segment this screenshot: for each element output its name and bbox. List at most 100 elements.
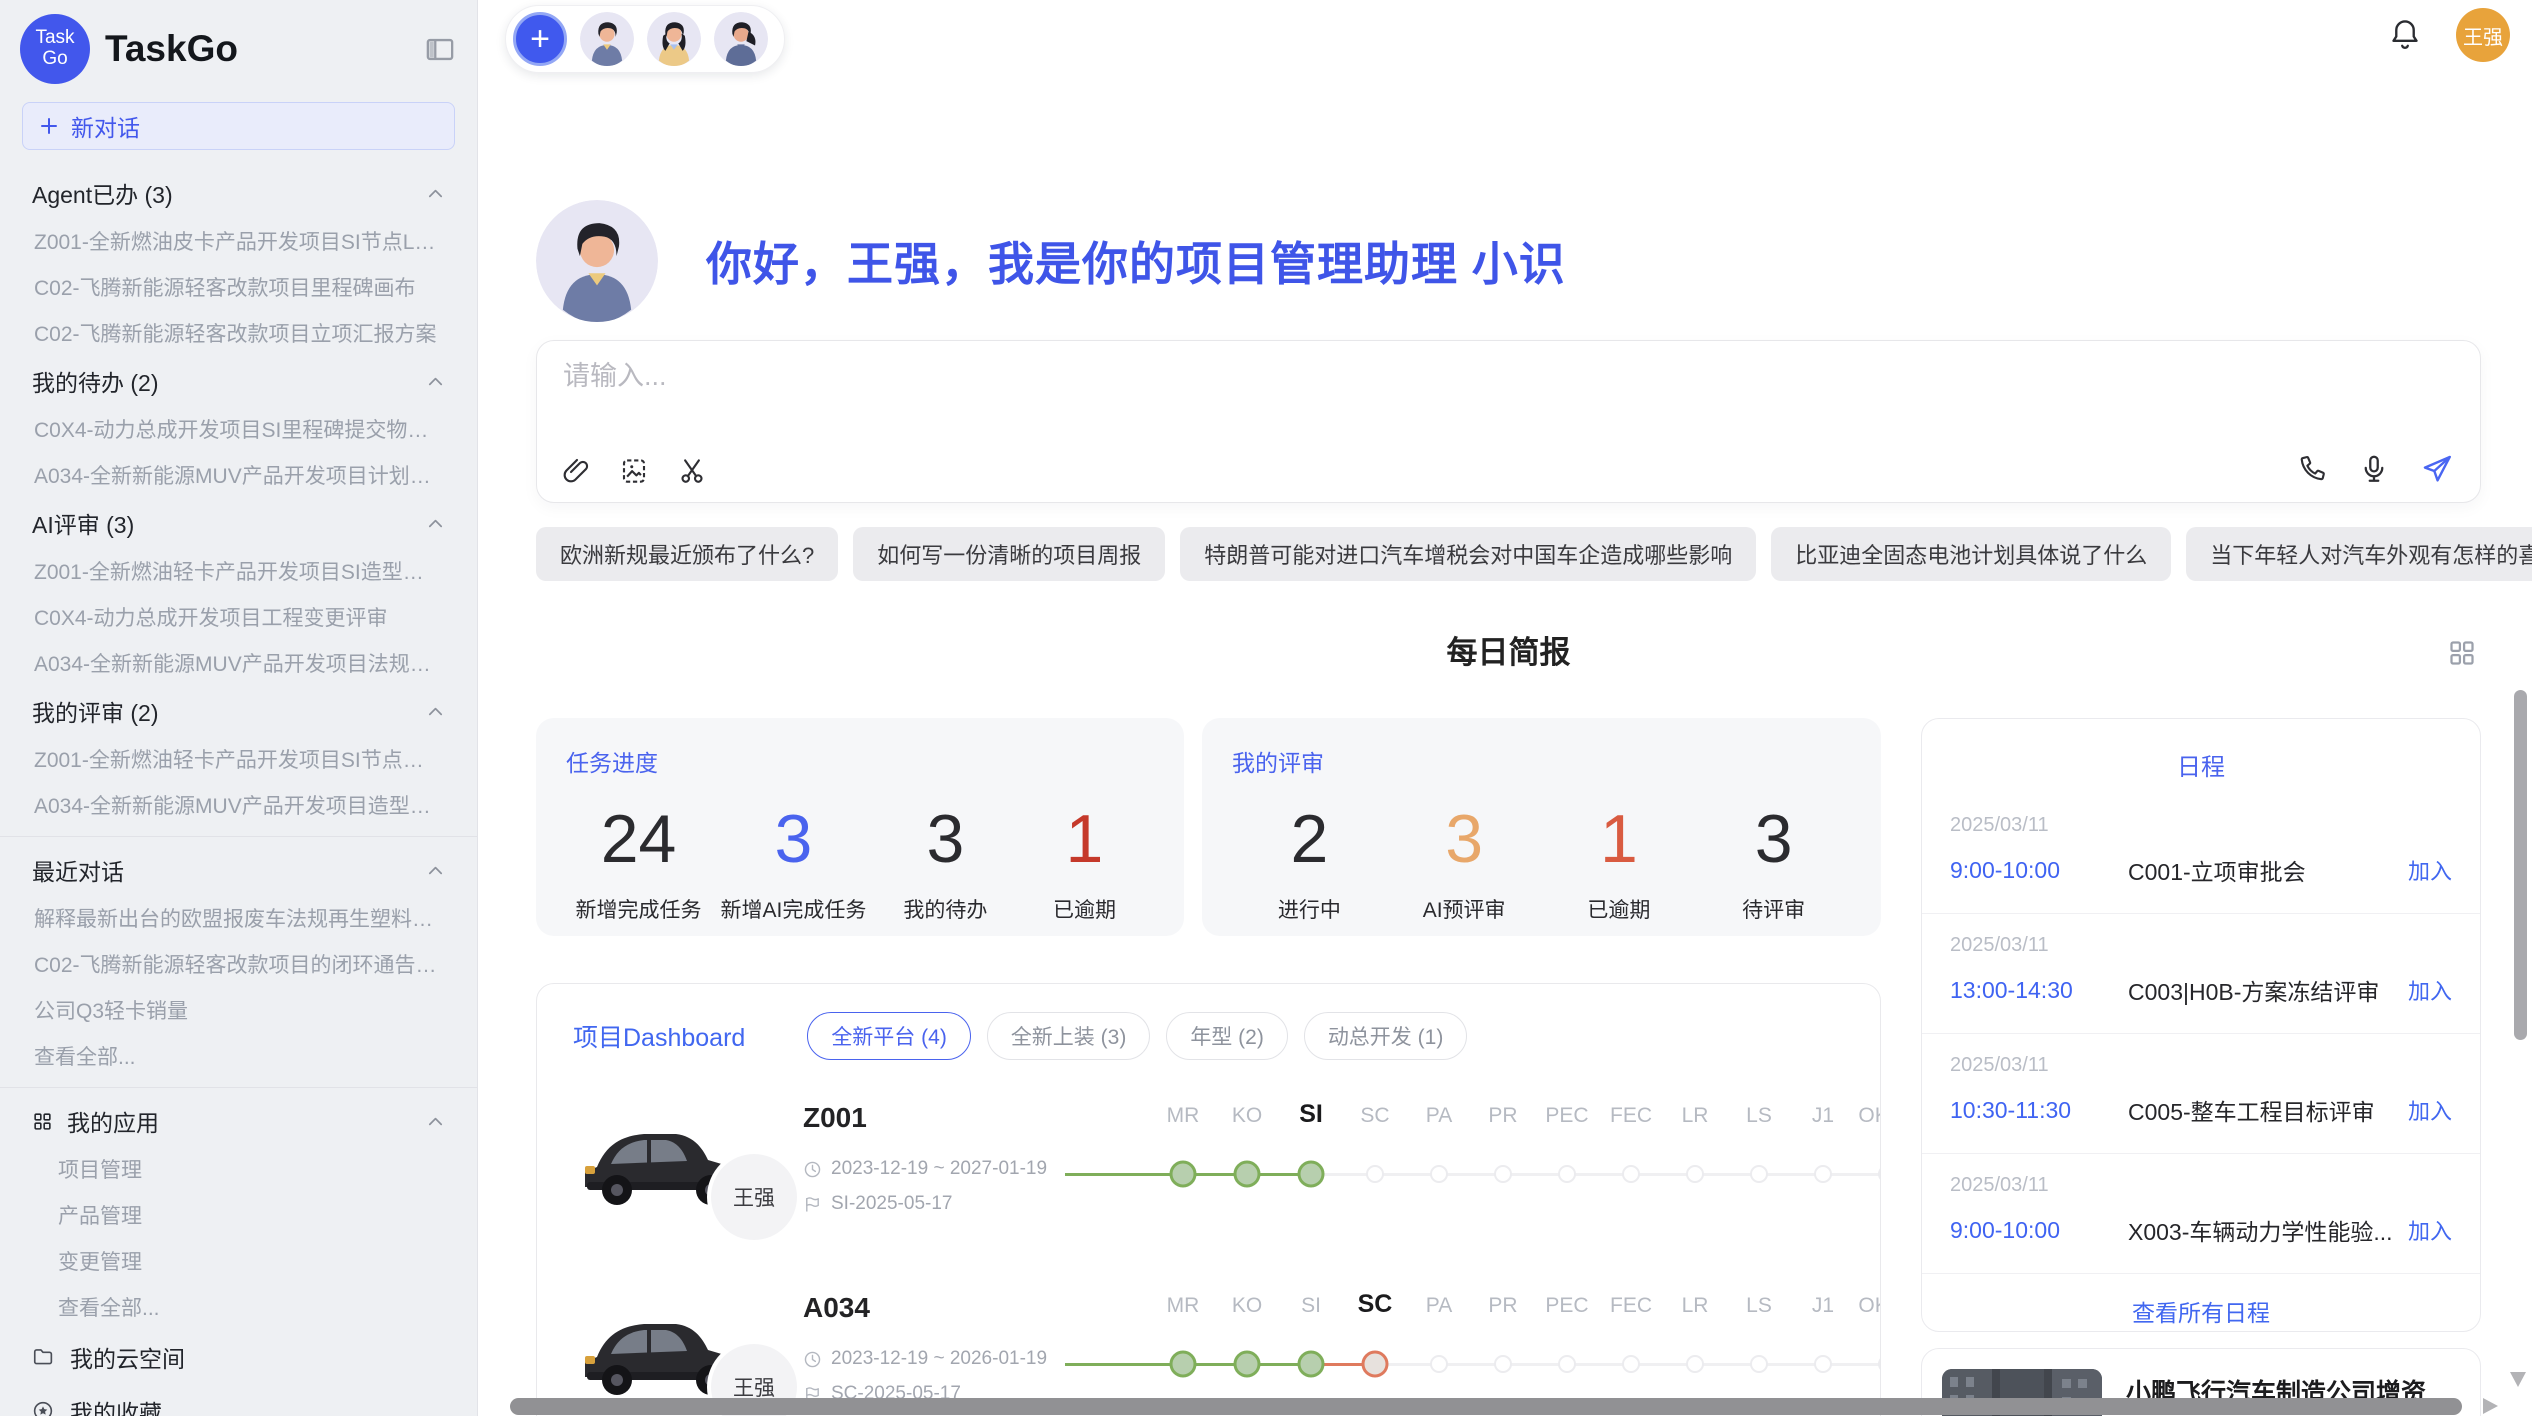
section-header: 我的应用 (0, 1096, 477, 1146)
suggestion-chip[interactable]: 如何写一份清晰的项目周报 (853, 527, 1165, 581)
suggestion-chip[interactable]: 特朗普可能对进口汽车增税会对中国车企造成哪些影响 (1180, 527, 1756, 581)
add-agent-button[interactable]: + (513, 12, 567, 66)
sidebar-item[interactable]: 查看全部... (0, 1033, 477, 1079)
milestone-dot[interactable] (1494, 1355, 1512, 1373)
project-dates: 2023-12-19 ~ 2027-01-19 (803, 1158, 1065, 1180)
sidebar-item[interactable]: 公司Q3轻卡销量 (0, 987, 477, 1033)
sidebar-item[interactable]: C02-飞腾新能源轻客改款项目立项汇报方案 (0, 310, 477, 356)
sidebar-item[interactable]: Z001-全新燃油轻卡产品开发项目SI节点属性5D文件评审 (0, 736, 477, 782)
send-icon[interactable] (2420, 452, 2454, 486)
clock-icon (803, 1350, 822, 1369)
phone-call-icon[interactable] (2296, 453, 2328, 485)
project-name: Z001 (803, 1102, 1065, 1134)
milestone: FEC (1599, 1290, 1663, 1402)
schedule-event: 2025/03/119:00-10:00X003-车辆动力学性能验...加入 (1922, 1154, 2480, 1274)
new-chat-button[interactable]: 新对话 (22, 102, 455, 150)
milestone-dot[interactable] (1878, 1355, 1881, 1373)
event-join-link[interactable]: 加入 (2408, 1214, 2452, 1246)
mic-icon[interactable] (2358, 453, 2390, 485)
section-header: 我的评审 (2) (0, 686, 477, 736)
vertical-scrollbar[interactable] (2514, 690, 2527, 1040)
agent-avatar-1[interactable] (580, 12, 634, 66)
sidebar-item[interactable]: Z001-全新燃油轻卡产品开发项目SI造型提交物评审 (0, 548, 477, 594)
milestone-dot[interactable] (1814, 1355, 1832, 1373)
sidebar-scroll-area[interactable]: Agent已办 (3)Z001-全新燃油皮卡产品开发项目SI节点Lesson L… (0, 164, 477, 1416)
sidebar-item[interactable]: C02-飞腾新能源轻客改款项目的闭环通告反馈情况 (0, 941, 477, 987)
agent-avatar-2[interactable] (647, 12, 701, 66)
milestone-dot[interactable] (1558, 1165, 1576, 1183)
sidebar-link-folder[interactable]: 我的云空间 (0, 1330, 477, 1384)
horizontal-scrollbar[interactable] (510, 1398, 2462, 1415)
milestone-dot[interactable] (1814, 1165, 1832, 1183)
sidebar-item[interactable]: A034-全新新能源MUV产品开发项目造型可行性评审 (0, 782, 477, 828)
sidebar-link-star[interactable]: 我的收藏 (0, 1384, 477, 1416)
sidebar-item[interactable]: 变更管理 (0, 1238, 477, 1284)
notification-bell-icon[interactable] (2388, 17, 2422, 53)
scroll-down-arrow[interactable] (2510, 1372, 2526, 1387)
sidebar-item[interactable]: 解释最新出台的欧盟报废车法规再生塑料比例被调至15%... (0, 895, 477, 941)
milestone-dot[interactable] (1750, 1355, 1768, 1373)
event-join-link[interactable]: 加入 (2408, 854, 2452, 886)
sidebar-item[interactable]: 项目管理 (0, 1146, 477, 1192)
milestone-dot[interactable] (1622, 1355, 1640, 1373)
milestone-dot[interactable] (1750, 1165, 1768, 1183)
sidebar-item[interactable]: 产品管理 (0, 1192, 477, 1238)
sidebar-collapse-icon[interactable] (425, 36, 455, 63)
dashboard-filters: 全新平台 (4) 全新上装 (3) 年型 (2) 动总开发 (1) (807, 1012, 1467, 1060)
sidebar-header: Task Go TaskGo (0, 0, 477, 90)
milestone-dot[interactable] (1558, 1355, 1576, 1373)
sidebar-item[interactable]: C0X4-动力总成开发项目工程变更评审 (0, 594, 477, 640)
attach-icon[interactable] (561, 456, 591, 486)
section-title-wrap: 我的评审 (2) (32, 694, 159, 728)
milestone-dot[interactable] (1430, 1165, 1448, 1183)
event-join-link[interactable]: 加入 (2408, 974, 2452, 1006)
user-avatar-badge[interactable]: 王强 (2456, 8, 2510, 62)
milestone-dot[interactable] (1234, 1351, 1261, 1378)
milestone-dot[interactable] (1622, 1165, 1640, 1183)
agent-avatar-3[interactable] (714, 12, 768, 66)
stat-grid: 2进行中3AI预评审1已逾期3待评审 (1232, 800, 1851, 924)
milestone-dot[interactable] (1298, 1161, 1325, 1188)
scroll-right-arrow[interactable] (2483, 1398, 2498, 1414)
milestone-dot[interactable] (1686, 1165, 1704, 1183)
suggestion-chip[interactable]: 比亚迪全固态电池计划具体说了什么 (1771, 527, 2171, 581)
event-join-link[interactable]: 加入 (2408, 1094, 2452, 1126)
clock-icon (803, 1160, 822, 1179)
milestone-dot[interactable] (1878, 1165, 1881, 1183)
section-title: 最近对话 (32, 853, 124, 887)
milestone-dot[interactable] (1170, 1351, 1197, 1378)
event-date: 2025/03/11 (1950, 1174, 2452, 1197)
milestone-dot[interactable] (1170, 1161, 1197, 1188)
milestone-dot[interactable] (1234, 1161, 1261, 1188)
filter-chip[interactable]: 年型 (2) (1166, 1012, 1288, 1060)
stat-item: 24新增完成任务 (576, 800, 702, 924)
project-date-range: 2023-12-19 ~ 2026-01-19 (831, 1348, 1047, 1370)
suggestion-chip[interactable]: 当下年轻人对汽车外观有怎样的喜好趋势 (2186, 527, 2532, 581)
sidebar-item[interactable]: A034-全新新能源MUV产品开发项目法规符合性评审 (0, 640, 477, 686)
message-input[interactable] (563, 361, 2454, 392)
filter-chip[interactable]: 全新平台 (4) (807, 1012, 971, 1060)
image-icon[interactable] (619, 456, 649, 486)
milestone-label: SI (1279, 1100, 1343, 1129)
sidebar-item[interactable]: 查看全部... (0, 1284, 477, 1330)
milestone-dot[interactable] (1430, 1355, 1448, 1373)
milestone-dot[interactable] (1362, 1351, 1389, 1378)
milestone-dot[interactable] (1366, 1165, 1384, 1183)
milestone-label: MR (1151, 1294, 1215, 1318)
suggestion-chip[interactable]: 欧洲新规最近颁布了什么? (536, 527, 838, 581)
briefing-header: 每日简报 (536, 630, 2481, 676)
milestone-dot[interactable] (1686, 1355, 1704, 1373)
milestone-dot[interactable] (1298, 1351, 1325, 1378)
milestone-label: FEC (1599, 1294, 1663, 1318)
sidebar-item[interactable]: Z001-全新燃油皮卡产品开发项目SI节点Lesson Learn报告 (0, 218, 477, 264)
sidebar-divider (0, 1087, 477, 1088)
layout-grid-icon[interactable] (2447, 638, 2477, 668)
sidebar-item[interactable]: C0X4-动力总成开发项目SI里程碑提交物检查 (0, 406, 477, 452)
scissors-icon[interactable] (677, 456, 707, 486)
filter-chip[interactable]: 动总开发 (1) (1304, 1012, 1468, 1060)
sidebar-item[interactable]: A034-全新新能源MUV产品开发项目计划变更表编写 (0, 452, 477, 498)
milestone-dot[interactable] (1494, 1165, 1512, 1183)
sidebar-item[interactable]: C02-飞腾新能源轻客改款项目里程碑画布 (0, 264, 477, 310)
schedule-view-all-link[interactable]: 查看所有日程 (1922, 1274, 2480, 1348)
filter-chip[interactable]: 全新上装 (3) (987, 1012, 1151, 1060)
